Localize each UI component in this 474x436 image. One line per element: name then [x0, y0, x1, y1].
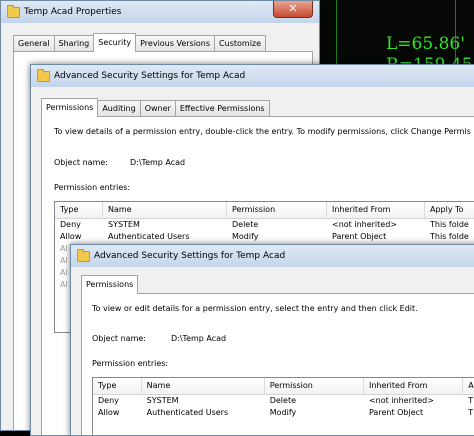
- table-row[interactable]: Allow Authenticated Users Modify Parent …: [93, 407, 474, 419]
- advanced-back-titlebar: Advanced Security Settings for Temp Acad: [31, 65, 474, 87]
- cad-readout-l: L=65.86': [386, 34, 465, 54]
- object-name-label: Object name:: [92, 334, 146, 343]
- column-inherited-from[interactable]: Inherited From: [327, 202, 425, 218]
- folder-icon: [37, 68, 50, 82]
- table-header: Type Name Permission Inherited From Appl…: [55, 202, 474, 219]
- cell-name: SYSTEM: [146, 396, 179, 405]
- cell-inherited-from: <not inherited>: [332, 220, 397, 229]
- cell-name: SYSTEM: [108, 220, 140, 229]
- table-header: Type Name Permission Inherited From A: [93, 378, 474, 395]
- properties-titlebar: Temp Acad Properties: [1, 1, 319, 23]
- advanced-security-window-front: Advanced Security Settings for Temp Acad…: [70, 244, 474, 436]
- cell-inherited-from: <not inherited>: [368, 396, 434, 405]
- advanced-front-title: Advanced Security Settings for Temp Acad: [94, 251, 286, 261]
- cell-type: Deny: [60, 220, 81, 229]
- properties-tabs: General Sharing Security Previous Versio…: [13, 33, 267, 52]
- cell-type: Deny: [98, 396, 119, 405]
- column-permission[interactable]: Permission: [265, 378, 364, 394]
- advanced-front-panel: To view or edit details for a permission…: [81, 293, 474, 435]
- cell-inherited-from: Parent Object: [332, 232, 387, 241]
- tab-sharing[interactable]: Sharing: [53, 35, 95, 52]
- tab-permissions[interactable]: Permissions: [41, 98, 99, 117]
- permission-entries-table[interactable]: Type Name Permission Inherited From A De…: [92, 377, 474, 435]
- cell-permission: Delete: [232, 220, 259, 229]
- instructions-text: To view or edit details for a permission…: [92, 304, 418, 313]
- permission-entries-label: Permission entries:: [92, 359, 169, 368]
- folder-icon: [77, 248, 90, 262]
- column-inherited-from[interactable]: Inherited From: [364, 378, 464, 394]
- cell-name: Authenticated Users: [108, 232, 190, 241]
- cell-type: Allow: [60, 232, 82, 241]
- cell-apply-to: This folde: [430, 232, 469, 241]
- tab-security[interactable]: Security: [93, 33, 137, 52]
- advanced-front-tabs: Permissions: [81, 275, 139, 294]
- tab-previous-versions[interactable]: Previous Versions: [135, 35, 216, 52]
- cell-apply-to: T: [468, 408, 474, 417]
- cell-apply-to: T: [468, 396, 474, 405]
- column-type[interactable]: Type: [93, 378, 142, 394]
- cell-permission: Modify: [269, 408, 297, 417]
- column-name[interactable]: Name: [103, 202, 227, 218]
- tab-permissions[interactable]: Permissions: [81, 275, 139, 294]
- object-name-value: D:\Temp Acad: [130, 158, 186, 167]
- cell-inherited-from: Parent Object: [368, 408, 424, 417]
- tab-customize[interactable]: Customize: [214, 35, 267, 52]
- column-permission[interactable]: Permission: [227, 202, 327, 218]
- table-row[interactable]: Deny SYSTEM Delete <not inherited> This …: [55, 219, 474, 231]
- close-button[interactable]: ✕: [273, 1, 313, 18]
- advanced-back-title: Advanced Security Settings for Temp Acad: [54, 71, 246, 81]
- tab-owner[interactable]: Owner: [139, 100, 176, 117]
- object-name-label: Object name:: [54, 158, 108, 167]
- table-row[interactable]: Deny SYSTEM Delete <not inherited> T: [93, 395, 474, 407]
- permission-entries-label: Permission entries:: [54, 183, 131, 192]
- advanced-back-tabs: Permissions Auditing Owner Effective Per…: [41, 98, 270, 117]
- advanced-front-titlebar: Advanced Security Settings for Temp Acad: [71, 245, 474, 267]
- cell-permission: Modify: [232, 232, 259, 241]
- table-row[interactable]: Allow Authenticated Users Modify Parent …: [55, 231, 474, 243]
- properties-title: Temp Acad Properties: [24, 7, 122, 17]
- folder-icon: [7, 4, 20, 18]
- cell-type: Allow: [98, 408, 120, 417]
- column-apply-to[interactable]: Apply To: [425, 202, 474, 218]
- column-name[interactable]: Name: [142, 378, 265, 394]
- column-apply-to[interactable]: A: [463, 378, 474, 394]
- tab-effective-permissions[interactable]: Effective Permissions: [174, 100, 270, 117]
- object-name-value: D:\Temp Acad: [171, 334, 227, 343]
- tab-auditing[interactable]: Auditing: [97, 100, 141, 117]
- tab-general[interactable]: General: [13, 35, 55, 52]
- cell-apply-to: This folde: [430, 220, 469, 229]
- cell-permission: Delete: [269, 396, 297, 405]
- instructions-text: To view details of a permission entry, d…: [54, 127, 471, 136]
- cell-name: Authenticated Users: [146, 408, 229, 417]
- column-type[interactable]: Type: [55, 202, 103, 218]
